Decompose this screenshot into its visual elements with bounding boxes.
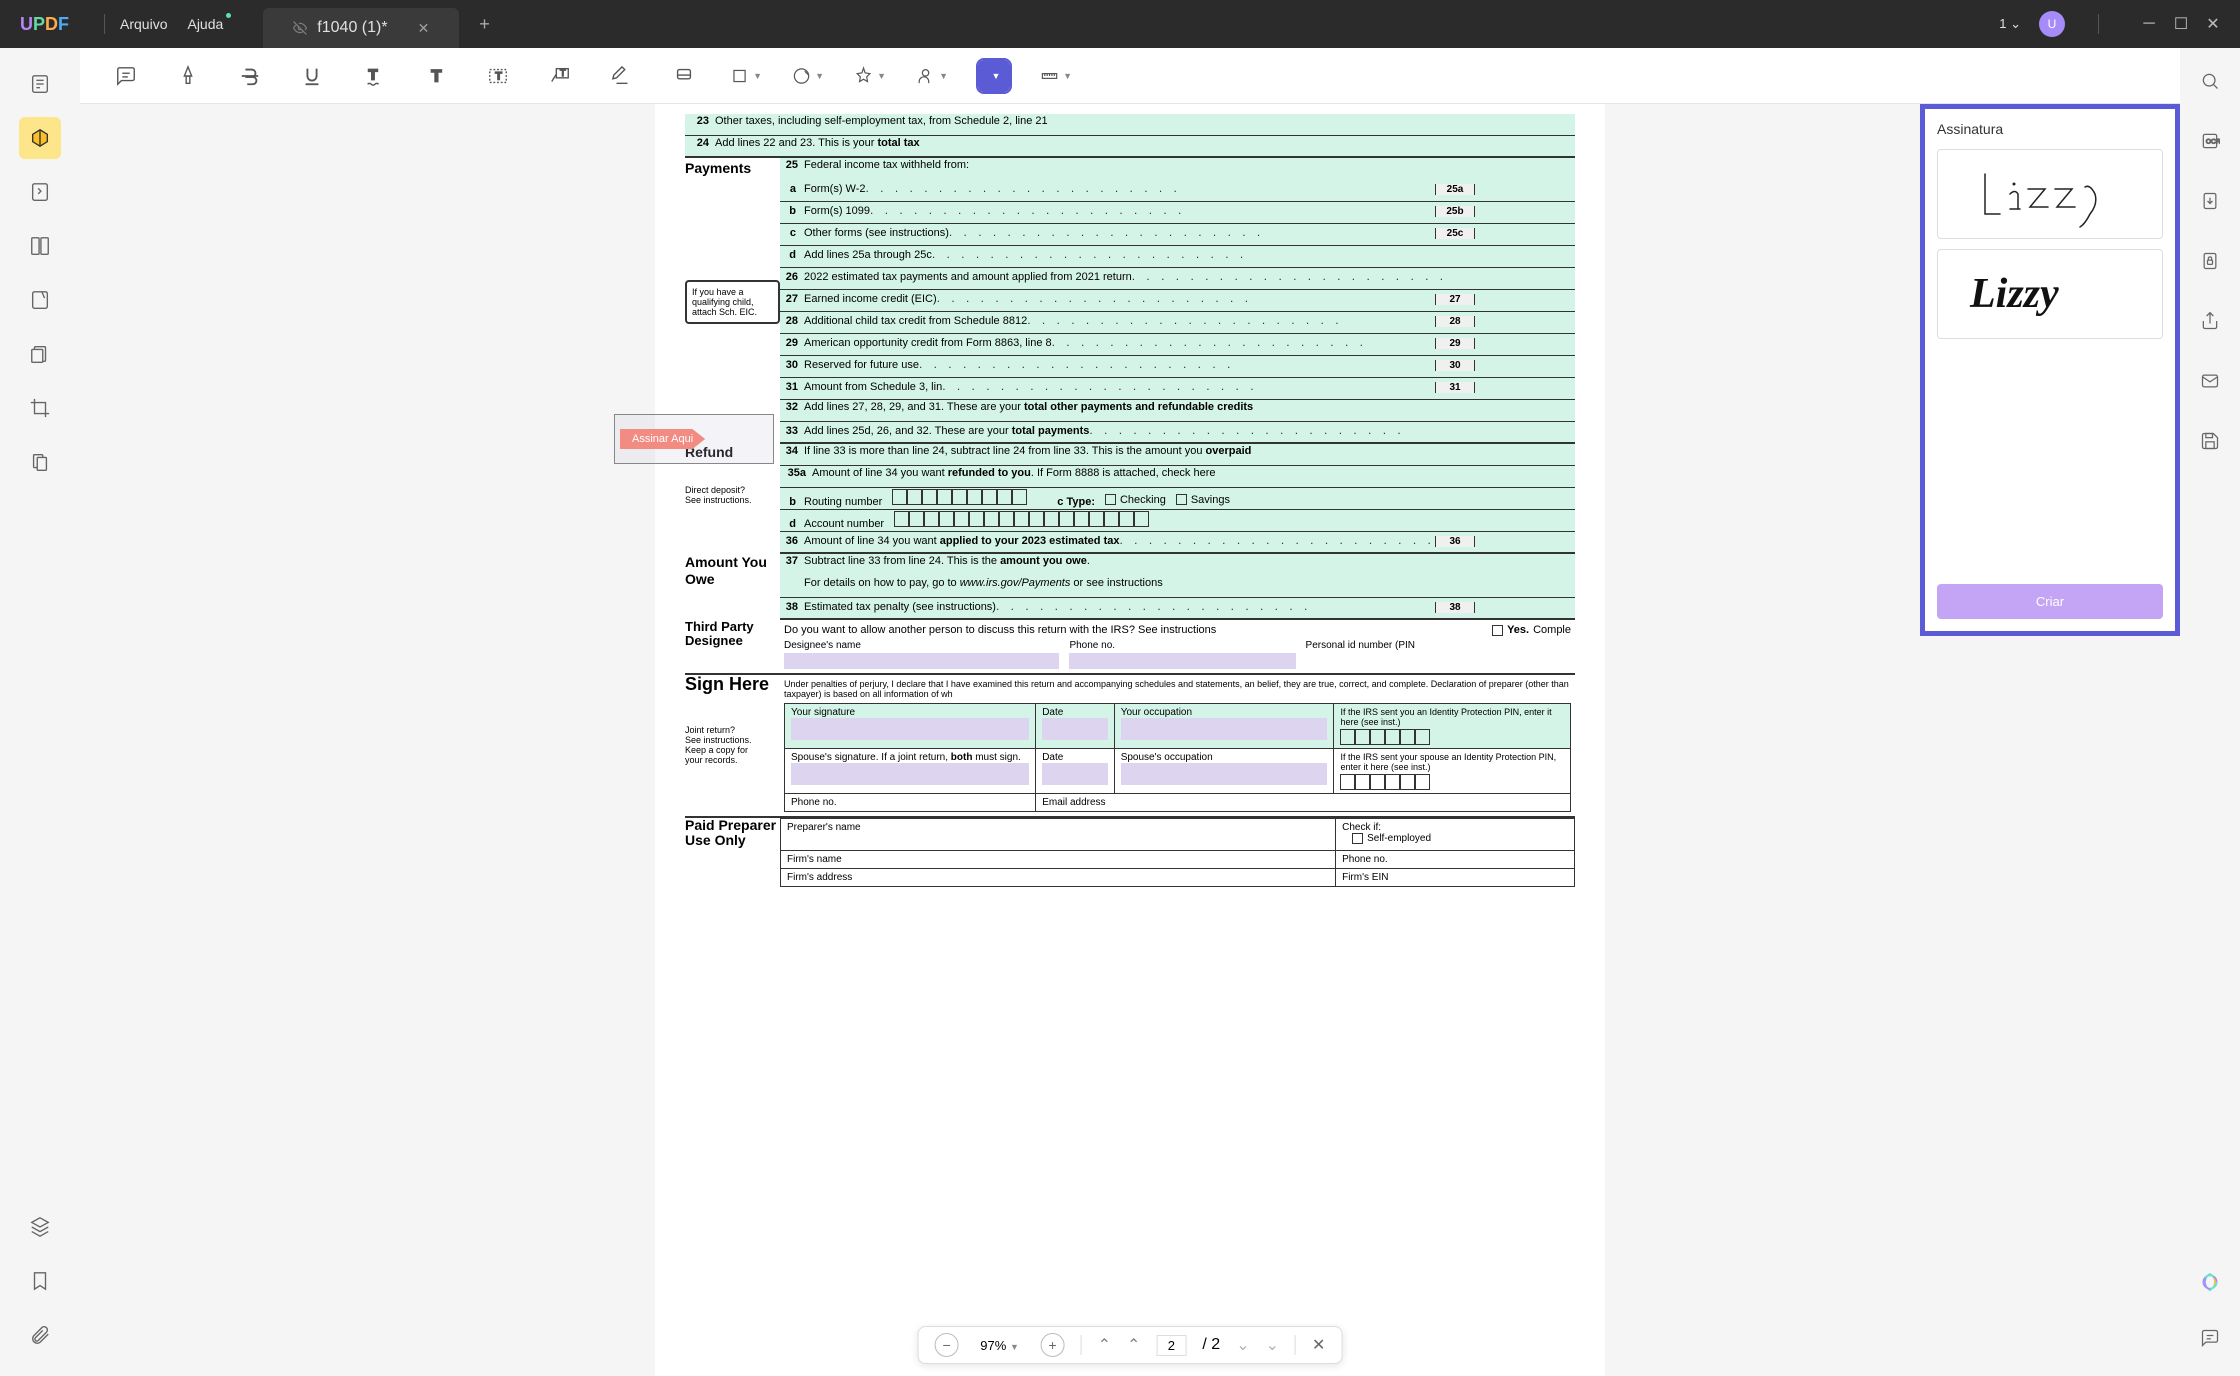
svg-text:OCR: OCR — [2206, 139, 2220, 146]
squiggly-icon[interactable]: T — [358, 60, 390, 92]
prev-page-button[interactable]: ⌃ — [1127, 1335, 1140, 1355]
minimize-button[interactable]: ─ — [2142, 17, 2156, 31]
layers-icon[interactable] — [19, 1206, 61, 1248]
zoom-in-button[interactable]: + — [1041, 1333, 1065, 1357]
stamp-icon[interactable]: ▼ — [854, 60, 886, 92]
tab-title: f1040 (1)* — [317, 19, 387, 37]
svg-text:T: T — [495, 70, 502, 82]
chat-icon[interactable] — [2192, 1320, 2228, 1356]
svg-text:T: T — [431, 67, 441, 85]
form-icon[interactable] — [19, 279, 61, 321]
textbox-icon[interactable]: T — [482, 60, 514, 92]
callout-icon[interactable]: T — [544, 60, 576, 92]
left-sidebar — [0, 48, 80, 1376]
organize-icon[interactable] — [19, 225, 61, 267]
page-input[interactable] — [1156, 1335, 1186, 1356]
new-tab-button[interactable]: + — [479, 14, 490, 35]
title-bar: UPDF Arquivo Ajuda f1040 (1)* ✕ + 1 ⌄ U … — [0, 0, 2240, 48]
underline-icon[interactable] — [296, 60, 328, 92]
app-logo: UPDF — [20, 14, 69, 35]
ocr-icon[interactable]: OCR — [2192, 123, 2228, 159]
page-indicator[interactable]: 1 ⌄ — [1999, 16, 2021, 32]
tab-close-button[interactable]: ✕ — [418, 20, 430, 37]
user-avatar[interactable]: U — [2039, 11, 2065, 37]
pages-icon[interactable] — [19, 333, 61, 375]
person-stamp-icon[interactable]: ▼ — [916, 60, 948, 92]
tools-icon[interactable] — [19, 441, 61, 483]
create-signature-button[interactable]: Criar — [1937, 584, 2163, 619]
comment-icon[interactable] — [110, 60, 142, 92]
eye-off-icon — [293, 21, 307, 35]
menu-help[interactable]: Ajuda — [187, 16, 223, 32]
shapes-icon[interactable]: ▼ — [730, 60, 762, 92]
svg-text:Lizzy: Lizzy — [1969, 271, 2059, 317]
maximize-button[interactable]: ☐ — [2174, 17, 2188, 31]
next-page-button[interactable]: ⌄ — [1236, 1335, 1249, 1355]
attachment-icon[interactable] — [19, 1314, 61, 1356]
ruler-icon[interactable]: ▼ — [1040, 60, 1072, 92]
annotation-toolbar: T T T T ▼ ▼ ▼ ▼ ▼ ▼ — [80, 48, 2180, 104]
close-button[interactable]: ✕ — [2206, 17, 2220, 31]
zoom-out-button[interactable]: − — [935, 1333, 959, 1357]
highlight-icon[interactable] — [172, 60, 204, 92]
edit-text-icon[interactable] — [19, 171, 61, 213]
crop-icon[interactable] — [19, 387, 61, 429]
convert-icon[interactable] — [2192, 183, 2228, 219]
signature-panel-title: Assinatura — [1937, 121, 2163, 137]
bookmark-icon[interactable] — [19, 1260, 61, 1302]
signature-preview-handwritten[interactable] — [1937, 149, 2163, 239]
email-icon[interactable] — [2192, 363, 2228, 399]
eraser-icon[interactable] — [668, 60, 700, 92]
sticker-icon[interactable]: ▼ — [792, 60, 824, 92]
reader-icon[interactable] — [19, 63, 61, 105]
share-icon[interactable] — [2192, 303, 2228, 339]
zoom-level[interactable]: 97% ▼ — [975, 1338, 1025, 1353]
sign-here-callout[interactable]: Assinar Aqui — [620, 429, 705, 449]
search-icon[interactable] — [2192, 63, 2228, 99]
svg-text:T: T — [369, 67, 378, 83]
text-icon[interactable]: T — [420, 60, 452, 92]
first-page-button[interactable]: ⌃ — [1098, 1335, 1111, 1355]
protect-icon[interactable] — [2192, 243, 2228, 279]
signature-tool[interactable]: ▼ — [978, 60, 1010, 92]
signature-preview-script[interactable]: Lizzy — [1937, 249, 2163, 339]
right-sidebar: OCR — [2180, 48, 2240, 1376]
strikethrough-icon[interactable] — [234, 60, 266, 92]
menu-file[interactable]: Arquivo — [120, 16, 167, 32]
save-icon[interactable] — [2192, 423, 2228, 459]
signature-panel: Assinatura Lizzy Criar — [1920, 104, 2180, 636]
pencil-icon[interactable] — [606, 60, 638, 92]
close-bar-button[interactable]: ✕ — [1312, 1335, 1325, 1355]
eic-note: If you have a qualifying child, attach S… — [685, 280, 780, 324]
last-page-button[interactable]: ⌄ — [1266, 1335, 1279, 1355]
document-viewer[interactable]: Assinar Aqui 23 Other taxes, including s… — [80, 104, 2180, 1376]
document-tab[interactable]: f1040 (1)* ✕ — [263, 8, 459, 48]
bottom-navigation-bar: − 97% ▼ + ⌃ ⌃ / 2 ⌄ ⌄ ✕ — [918, 1326, 1343, 1364]
svg-text:T: T — [560, 68, 566, 78]
ai-assistant-icon[interactable] — [2192, 1264, 2228, 1300]
annotate-icon[interactable] — [19, 117, 61, 159]
